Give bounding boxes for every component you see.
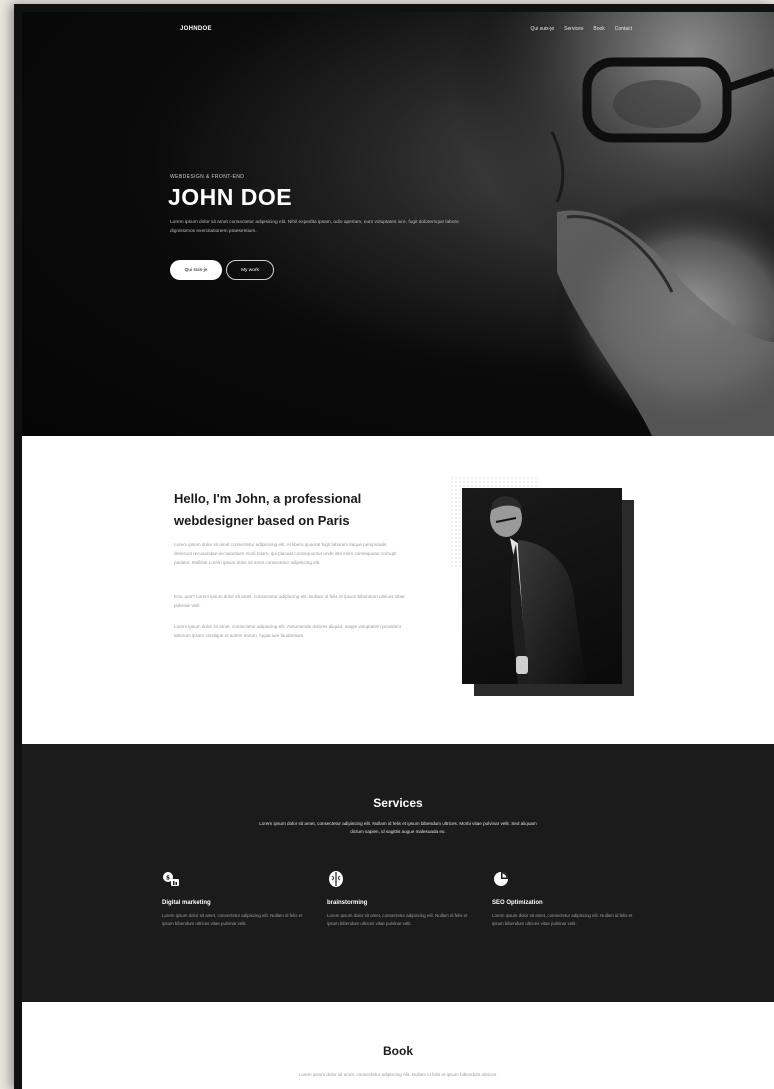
service-text: Lorem ipsum dolor sit amet, consectetur … <box>492 913 633 926</box>
nav-link-services[interactable]: Services <box>564 26 583 32</box>
hero-description: Lorem ipsum dolor sit amet consectetur a… <box>170 220 459 234</box>
nav-link-about[interactable]: Qui suis-je <box>531 26 555 32</box>
service-card: brainstorming Lorem ipsum dolor sit amet… <box>327 870 469 927</box>
about-paragraph: Eos, quo? Lorem ipsum dolor sit amet, co… <box>174 594 405 608</box>
svg-text:$: $ <box>166 875 170 882</box>
service-title: Digital marketing <box>162 900 211 906</box>
poster-frame: JOHNDOE Qui suis-je Services Book Contac… <box>14 4 774 1089</box>
marketing-icon: $ <box>163 872 179 886</box>
hero-section: JOHNDOE Qui suis-je Services Book Contac… <box>22 12 774 436</box>
service-title: SEO Optimization <box>492 900 543 906</box>
services-title: Services <box>373 796 423 810</box>
service-title: brainstorming <box>327 900 368 906</box>
services-section: Services Lorem ipsum dolor sit amet, con… <box>22 744 774 1002</box>
book-title: Book <box>383 1044 413 1058</box>
website-page: JOHNDOE Qui suis-je Services Book Contac… <box>22 12 774 1089</box>
about-paragraph: Lorem ipsum dolor sit amet consectetur a… <box>174 542 397 565</box>
services-subtitle: Lorem ipsum dolor sit amet, consectetur … <box>259 821 537 834</box>
about-me-button[interactable]: Qui suis-je <box>170 260 222 280</box>
my-work-button[interactable]: My work <box>226 260 274 280</box>
top-navigation: JOHNDOE Qui suis-je Services Book Contac… <box>22 26 774 40</box>
book-subtitle: Lorem ipsum dolor sit amet, consectetur … <box>298 1072 498 1077</box>
about-portrait-image <box>462 488 622 684</box>
hero-title: JOHN DOE <box>168 184 293 210</box>
service-text: Lorem ipsum dolor sit amet, consectetur … <box>327 913 468 926</box>
service-card: SEO Optimization Lorem ipsum dolor sit a… <box>492 870 634 927</box>
pie-chart-icon <box>494 872 508 886</box>
nav-links: Qui suis-je Services Book Contact <box>531 26 632 32</box>
nav-link-contact[interactable]: Contact <box>615 26 632 32</box>
hero-kicker: WEBDESIGN & FRONT-END <box>170 174 245 180</box>
book-section: Book Lorem ipsum dolor sit amet, consect… <box>22 1002 774 1089</box>
nav-link-book[interactable]: Book <box>593 26 604 32</box>
about-section: Hello, I'm John, a professional webdesig… <box>22 436 774 744</box>
service-card: $ Digital marketing Lorem ipsum dolor si… <box>162 870 304 927</box>
brain-icon <box>329 871 343 887</box>
about-title: Hello, I'm John, a professional webdesig… <box>174 491 362 528</box>
site-logo[interactable]: JOHNDOE <box>180 26 212 32</box>
about-paragraph: Lorem ipsum dolor sit amet, consectetur … <box>174 624 401 638</box>
service-text: Lorem ipsum dolor sit amet, consectetur … <box>162 913 303 926</box>
